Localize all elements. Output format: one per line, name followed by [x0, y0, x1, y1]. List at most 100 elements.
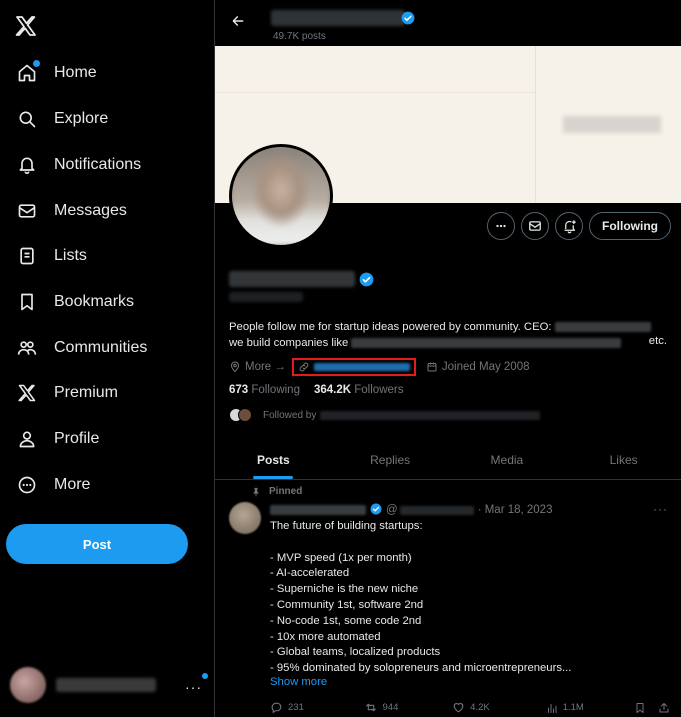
account-switcher[interactable]: ··· [10, 665, 210, 705]
location-pin-icon [230, 361, 240, 373]
profile-tabs: Posts Replies Media Likes [215, 440, 681, 480]
header-name-redacted [271, 10, 405, 26]
bio-links-redacted[interactable] [351, 338, 622, 349]
following-button[interactable]: Following [589, 212, 671, 240]
envelope-icon [16, 200, 38, 222]
x-logo-icon [16, 382, 38, 404]
nav-communities[interactable]: Communities [10, 331, 153, 365]
profile-avatar[interactable] [229, 144, 333, 248]
tweet-actions: 231 944 4.2K 1.1M [270, 701, 670, 714]
followed-by-row[interactable]: Followed by [229, 406, 541, 424]
tab-media[interactable]: Media [449, 440, 566, 479]
avatar-photo-redacted [232, 147, 330, 245]
analytics-icon [547, 703, 557, 713]
following-count: 673 [229, 384, 249, 396]
account-more-icon[interactable]: ··· [185, 673, 208, 695]
message-button[interactable] [521, 212, 549, 240]
show-more-link[interactable]: Show more [270, 676, 327, 688]
repost-icon [365, 703, 376, 712]
repost-count: 944 [382, 702, 399, 713]
like-button[interactable]: 4.2K [452, 701, 546, 714]
tab-replies[interactable]: Replies [332, 440, 449, 479]
nav-label: Explore [54, 110, 109, 127]
post-button[interactable]: Post [6, 524, 188, 564]
notify-subscribe-button[interactable] [555, 212, 583, 240]
avatar[interactable] [229, 502, 261, 534]
more-options-button[interactable] [487, 212, 515, 240]
nav-explore[interactable]: Explore [10, 102, 114, 136]
bell-icon [16, 154, 38, 176]
tab-posts[interactable]: Posts [215, 440, 332, 479]
tweet-header: @ · Mar 18, 2023 [270, 502, 552, 518]
nav-label: More [54, 476, 91, 493]
tweet-author-redacted[interactable] [270, 505, 366, 515]
reply-button[interactable]: 231 [270, 701, 364, 714]
nav-profile[interactable]: Profile [10, 422, 105, 456]
nav-label: Home [54, 64, 97, 81]
tweet-line: - Global teams, localized products [270, 646, 441, 659]
account-name-redacted [56, 678, 156, 692]
nav-lists[interactable]: Lists [10, 239, 93, 273]
pinned-tweet[interactable]: Pinned @ · Mar 18, 2023 ··· The future o… [215, 481, 681, 717]
view-count: 1.1M [562, 702, 584, 713]
share-button[interactable] [658, 702, 670, 714]
like-count: 4.2K [470, 702, 490, 713]
followers-label: Followers [354, 384, 404, 396]
bookmark-button[interactable] [634, 702, 658, 714]
display-name-redacted [229, 271, 355, 287]
profile-main-column: 49.7K posts Following People follow me f… [214, 0, 681, 717]
tweet-more-icon[interactable]: ··· [653, 502, 668, 516]
x-logo-icon[interactable] [14, 14, 40, 40]
views-button[interactable]: 1.1M [546, 702, 635, 714]
website-url-redacted [313, 363, 410, 371]
nav-bookmarks[interactable]: Bookmarks [10, 285, 140, 319]
bell-plus-icon [564, 219, 576, 233]
profile-meta: More → Joined May 2008 [229, 358, 530, 376]
list-icon [16, 245, 38, 267]
website-link-highlighted[interactable] [291, 358, 416, 376]
tweet-handle-redacted [399, 505, 474, 515]
pinned-label: Pinned [269, 486, 303, 497]
tab-likes[interactable]: Likes [565, 440, 681, 479]
tweet-line: - Superniche is the new niche [270, 583, 419, 596]
nav-home[interactable]: Home [10, 56, 103, 90]
nav-more[interactable]: More [10, 468, 96, 502]
pinned-indicator: Pinned [251, 486, 302, 497]
posts-count: 49.7K posts [273, 31, 326, 42]
following-count-link[interactable]: 673 Following [229, 384, 300, 396]
bio-link-redacted[interactable] [554, 322, 651, 333]
bookmark-icon [16, 291, 38, 313]
tweet-line: - MVP speed (1x per month) [270, 551, 412, 564]
more-horizontal-icon [496, 224, 506, 228]
person-icon [16, 428, 38, 450]
heart-icon [453, 703, 464, 713]
reply-icon [271, 702, 282, 714]
tweet-line: The future of building startups: [270, 520, 423, 532]
profile-actions: Following [487, 212, 671, 240]
tweet-date[interactable]: · Mar 18, 2023 [478, 504, 553, 516]
handle-redacted [229, 292, 303, 302]
verified-badge-icon [359, 272, 374, 292]
nav-premium[interactable]: Premium [10, 376, 124, 410]
bio-text: People follow me for startup ideas power… [229, 321, 555, 333]
followed-by-label: Followed by [263, 409, 317, 421]
back-arrow-icon[interactable] [231, 14, 245, 33]
pin-icon [253, 487, 259, 497]
followers-count-link[interactable]: 364.2K Followers [314, 384, 404, 396]
people-icon [16, 337, 38, 359]
profile-header-bar: 49.7K posts [215, 0, 681, 46]
follow-counts: 673 Following 364.2K Followers [229, 384, 403, 396]
nav-messages[interactable]: Messages [10, 194, 133, 228]
verified-badge-icon [401, 11, 415, 30]
repost-button[interactable]: 944 [364, 701, 453, 714]
location-more[interactable]: More → [229, 361, 286, 373]
tweet-line: - AI-accelerated [270, 567, 350, 580]
verified-badge-icon [370, 503, 382, 518]
search-icon [16, 108, 38, 130]
home-icon [16, 60, 40, 84]
envelope-icon [529, 221, 541, 231]
joined-label: Joined May 2008 [441, 361, 530, 373]
nav-notifications[interactable]: Notifications [10, 148, 147, 182]
tweet-line: - Community 1st, software 2nd [270, 598, 424, 611]
